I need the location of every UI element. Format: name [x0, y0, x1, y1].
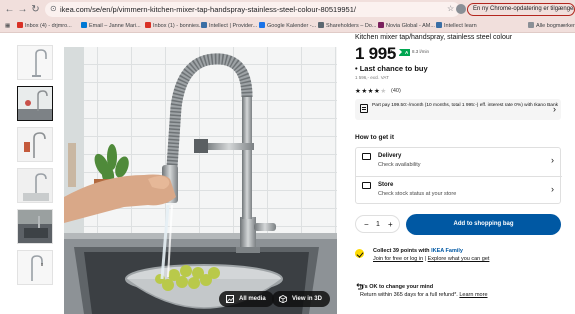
bookmark-star-icon[interactable]: ☆ [447, 4, 454, 13]
delivery-option[interactable]: Delivery Check availability › [356, 148, 562, 176]
thumbnail-selected[interactable] [17, 86, 53, 121]
kitchen-thumbnail-image [18, 87, 52, 120]
decrease-button[interactable]: − [364, 219, 369, 230]
delivery-title: Delivery [378, 153, 402, 159]
bookmark-item[interactable]: Intellect learn [436, 21, 477, 31]
quantity-stepper: − 1 + [355, 215, 400, 233]
kitchen-thumbnail-image [18, 210, 52, 243]
product-info-panel: Kitchen mixer tap/handspray, stainless s… [355, 33, 575, 314]
chevron-right-icon: › [551, 155, 554, 165]
increase-button[interactable]: + [388, 219, 393, 230]
bookmark-item[interactable]: Email – Janne Mari... [81, 21, 141, 31]
thumbnail[interactable] [17, 127, 53, 162]
thumbnail[interactable] [17, 168, 53, 203]
outlook-icon [81, 22, 87, 28]
family-check-icon [355, 249, 364, 258]
all-bookmarks[interactable]: Alle bogmærker [528, 21, 575, 31]
docs-icon [318, 22, 324, 28]
energy-flow-label: 8.3 l/min [412, 48, 430, 54]
delivery-subtitle: Check availability [378, 162, 421, 168]
bookmark-item[interactable]: Intellect | Provider... [201, 21, 257, 31]
explore-link[interactable]: Explore what you can get [428, 256, 490, 262]
thumbnail[interactable] [17, 250, 53, 285]
quantity-value[interactable]: 1 [376, 219, 380, 230]
thumbnail[interactable] [17, 45, 53, 80]
site-info-icon[interactable]: ⊙ [50, 4, 57, 13]
tap-thumbnail-image [18, 46, 52, 79]
returns-title: It's OK to change your mind [360, 284, 434, 290]
finance-banner[interactable]: Part pay 199.50:-/month (10 months, tota… [355, 99, 561, 120]
bookmark-item[interactable]: Shareholders – Do... [318, 21, 376, 31]
back-icon[interactable]: ← [4, 4, 15, 15]
chevron-right-icon: › [553, 104, 556, 114]
learn-more-link[interactable]: Learn more [459, 292, 487, 298]
family-points-text: Collect 39 points with IKEA Family [373, 248, 463, 254]
add-to-bag-button[interactable]: Add to shopping bag [406, 214, 561, 235]
calendar-icon [259, 22, 265, 28]
returns-text: Return within 365 days for a full refund… [360, 292, 488, 298]
url-text[interactable]: ikea.com/se/en/p/vimmern-kitchen-mixer-t… [60, 4, 356, 15]
truck-icon [362, 153, 371, 160]
family-links: Join for free or log in | Explore what y… [373, 256, 489, 262]
bookmark-item[interactable]: Inbox (4) - drjmro... [17, 21, 72, 31]
fulfilment-options: Delivery Check availability › Store Chec… [355, 147, 562, 204]
join-link[interactable]: Join for free or log in [373, 256, 423, 262]
product-price: 1 995 [355, 44, 397, 63]
last-chance-text: • Last chance to buy [355, 64, 428, 73]
cube-icon [279, 295, 287, 303]
returns-body: Return within 365 days for a full refund… [360, 292, 460, 298]
view-3d-label: View in 3D [292, 296, 322, 302]
finance-text: Part pay 199.50:-/month (10 months, tota… [372, 103, 559, 108]
profile-avatar-icon[interactable] [456, 4, 466, 14]
gmail-icon [145, 22, 151, 28]
last-chance-label: Last chance to buy [359, 64, 428, 73]
bookmark-item[interactable]: Novia Global - AM... [378, 21, 435, 31]
bookmarks-bar: ▦ Inbox (4) - drjmro... Email – Janne Ma… [0, 19, 575, 33]
product-title: Kitchen mixer tap/handspray, stainless s… [355, 34, 513, 41]
folder-icon [528, 22, 534, 28]
points-label: Collect 39 points with [373, 248, 432, 254]
tap-thumbnail-image [18, 169, 52, 202]
star-empty-icon: ★ [380, 88, 387, 95]
chrome-update-chip[interactable]: En ny Chrome-opdatering er tilgængelig [467, 3, 575, 16]
store-subtitle: Check stock status at your store [378, 191, 457, 197]
browser-toolbar: ← → ↻ ⊙ ikea.com/se/en/p/vimmern-kitchen… [0, 0, 575, 19]
tap-thumbnail-image [18, 251, 52, 284]
chevron-right-icon: › [551, 184, 554, 194]
kitchen-tap-photo [64, 47, 337, 314]
forward-icon[interactable]: → [17, 4, 28, 15]
rating-count[interactable]: (40) [391, 88, 401, 94]
store-option[interactable]: Store Check stock status at your store › [356, 176, 562, 204]
store-icon [362, 182, 371, 189]
bookmark-item[interactable]: Inbox (1) - bonnies... [145, 21, 203, 31]
star-icon: ★★★★ [355, 88, 381, 95]
image-icon [226, 295, 234, 303]
all-media-label: All media [239, 296, 266, 302]
gmail-icon [17, 22, 23, 28]
rating-stars[interactable]: ★★★★★ [355, 87, 387, 95]
intellect-icon [201, 22, 207, 28]
bookmark-item[interactable]: Google Kalender -... [259, 21, 316, 31]
view-3d-button[interactable]: View in 3D [272, 291, 330, 307]
novia-icon [378, 22, 384, 28]
document-icon [360, 104, 368, 113]
how-to-get-it-heading: How to get it [355, 134, 394, 141]
energy-class-badge[interactable]: A [399, 49, 411, 56]
tap-thumbnail-image [18, 128, 52, 161]
reload-icon[interactable]: ↻ [30, 4, 41, 15]
address-bar[interactable]: ⊙ ikea.com/se/en/p/vimmern-kitchen-mixer… [45, 2, 460, 17]
store-title: Store [378, 182, 394, 188]
intellect-icon [436, 22, 442, 28]
apps-icon[interactable]: ▦ [5, 21, 10, 31]
price-suffix: ,- [389, 48, 393, 54]
price-excl-vat: 1 596,- excl. VAT [355, 75, 389, 80]
thumbnail[interactable] [17, 209, 53, 244]
all-media-button[interactable]: All media [219, 291, 274, 307]
ikea-family-link[interactable]: IKEA Family [431, 248, 463, 254]
product-main-image[interactable] [64, 47, 337, 314]
